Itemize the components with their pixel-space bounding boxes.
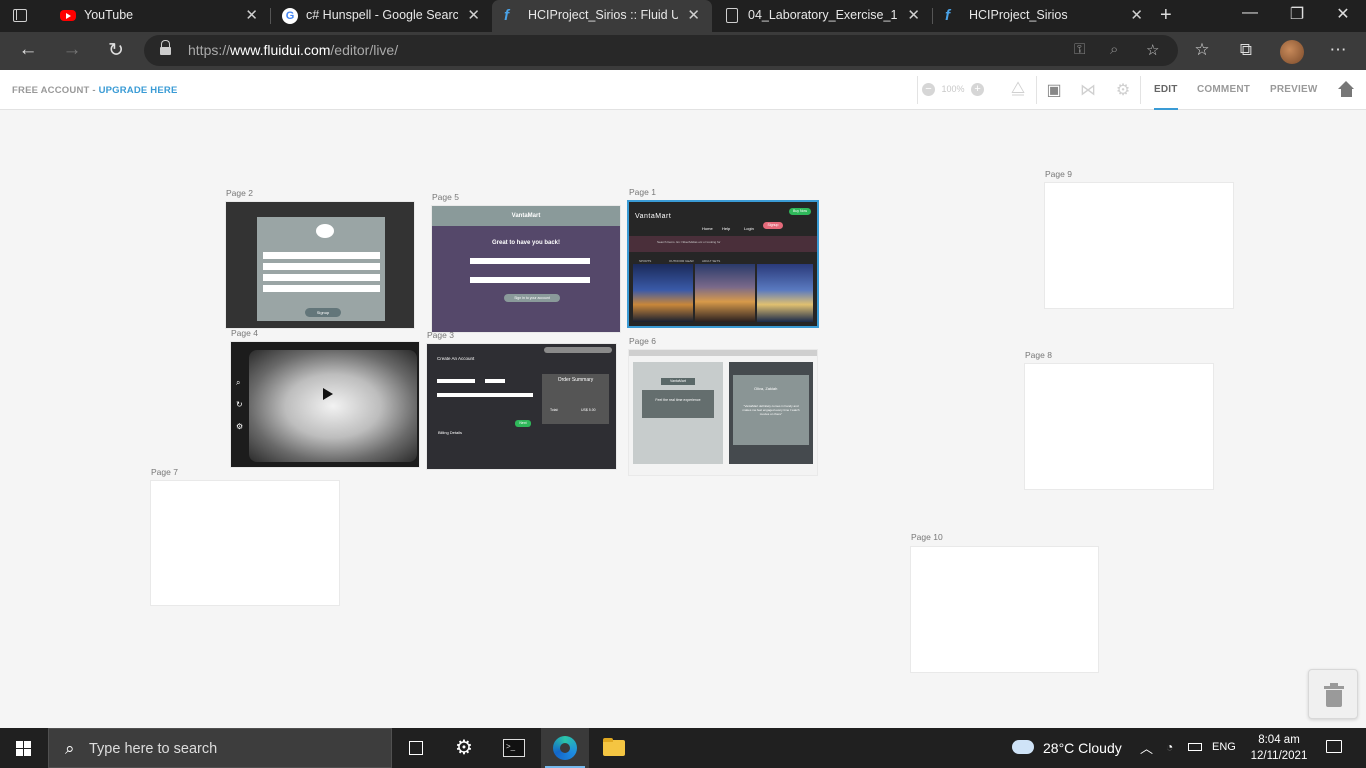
favorites-icon[interactable]: ☆	[1191, 40, 1213, 60]
lock-icon	[160, 40, 171, 56]
tab-actions-icon[interactable]	[10, 6, 30, 26]
favorite-add-icon[interactable]: ☆	[1146, 41, 1159, 59]
toolbar-divider	[1036, 76, 1037, 104]
weather-text[interactable]: 28°C Cloudy	[1043, 740, 1122, 756]
page-thumbnail-3[interactable]: Create An Account Order Summary Total: U…	[427, 344, 616, 469]
close-icon[interactable]: ✕	[1130, 6, 1143, 24]
google-icon: G	[282, 8, 298, 24]
file-explorer-icon[interactable]	[590, 728, 638, 768]
close-icon[interactable]: ✕	[467, 6, 480, 24]
edge-app-icon[interactable]	[541, 728, 589, 768]
browser-tab-strip: YouTube ✕ G c# Hunspell - Google Search …	[0, 0, 1366, 32]
minimize-icon[interactable]: —	[1240, 4, 1260, 22]
zoom-out-icon[interactable]: −	[922, 83, 935, 96]
page-label: Page 9	[1045, 169, 1072, 179]
page-label: Page 3	[427, 330, 454, 340]
wifi-icon[interactable]: ◔	[1166, 740, 1173, 754]
add-page-icon[interactable]: ▣	[1044, 80, 1064, 100]
profile-avatar[interactable]	[1280, 40, 1304, 64]
close-icon[interactable]: ✕	[907, 6, 920, 24]
zoom-level: 100%	[941, 83, 965, 94]
page-label: Page 5	[432, 192, 459, 202]
home-icon[interactable]	[1338, 81, 1355, 98]
page-thumbnail-4[interactable]: ⌕ ↻ ⚙	[231, 342, 419, 467]
windows-taskbar: ⌕ Type here to search ⚙ >_ 28°C Cloudy ︿…	[0, 728, 1366, 768]
language-indicator[interactable]: ENG	[1212, 741, 1236, 753]
tab-google-search[interactable]: G c# Hunspell - Google Search ✕	[270, 0, 492, 32]
tab-title: HCIProject_Sirios :: Fluid UI	[528, 8, 678, 22]
chevron-up-icon[interactable]: ︿	[1140, 738, 1153, 757]
back-icon[interactable]: ←	[16, 39, 40, 61]
settings-app-icon[interactable]: ⚙	[441, 728, 489, 768]
page-label: Page 6	[629, 336, 656, 346]
refresh-icon[interactable]: ↻	[104, 39, 128, 62]
fluidui-icon: f	[945, 7, 950, 24]
page-label: Page 4	[231, 328, 258, 338]
zoom-icon[interactable]: ⌕	[1110, 41, 1118, 58]
forward-icon[interactable]: →	[60, 39, 84, 61]
upgrade-link[interactable]: UPGRADE HERE	[99, 85, 178, 96]
comment-mode-tab[interactable]: COMMENT	[1197, 84, 1250, 95]
document-icon	[726, 8, 738, 23]
tab-lab-exercise[interactable]: 04_Laboratory_Exercise_1(4)( ✕	[712, 0, 932, 32]
page-thumbnail-10[interactable]	[911, 547, 1098, 672]
terminal-app-icon[interactable]: >_	[490, 728, 538, 768]
edit-mode-tab[interactable]: EDIT	[1154, 84, 1178, 110]
collections-icon[interactable]: ⧉	[1235, 40, 1257, 60]
close-icon[interactable]: ✕	[245, 6, 258, 24]
tab-title: YouTube	[84, 8, 134, 22]
page-thumbnail-7[interactable]	[151, 481, 339, 605]
tab-title: HCIProject_Sirios	[969, 8, 1068, 22]
youtube-icon	[60, 10, 76, 21]
close-icon[interactable]: ✕	[687, 6, 700, 24]
page-label: Page 1	[629, 187, 656, 197]
close-window-icon[interactable]: ✕	[1333, 4, 1353, 24]
search-icon: ⌕	[65, 739, 75, 758]
tab-title: 04_Laboratory_Exercise_1(4)(	[748, 8, 898, 22]
windows-start-icon[interactable]	[16, 741, 31, 756]
page-label: Page 8	[1025, 350, 1052, 360]
task-view-icon[interactable]	[392, 728, 440, 768]
page-label: Page 7	[151, 467, 178, 477]
battery-icon[interactable]	[1188, 743, 1202, 751]
zoom-in-icon[interactable]: +	[971, 83, 985, 96]
toolbar-divider	[917, 76, 918, 104]
sitemap-icon[interactable]: ⧋	[1008, 80, 1028, 98]
page-thumbnail-6[interactable]: VantaMart Feel the real time experience …	[629, 350, 817, 475]
fluidui-icon: f	[504, 7, 509, 24]
tab-fluidui-editor[interactable]: f HCIProject_Sirios :: Fluid UI ✕	[492, 0, 712, 32]
new-tab-icon[interactable]: +	[1160, 4, 1172, 27]
page-thumbnail-9[interactable]	[1045, 183, 1233, 308]
restore-icon[interactable]: ❐	[1287, 4, 1307, 24]
tab-youtube[interactable]: YouTube ✕	[48, 0, 270, 32]
tab-hciproject[interactable]: f HCIProject_Sirios ✕	[933, 0, 1155, 32]
page-thumbnail-2[interactable]: Signup	[226, 202, 414, 328]
page-thumbnail-1[interactable]: VantaMart Buy Now Home Help Login Signup…	[627, 200, 819, 328]
more-icon[interactable]: ⋯	[1327, 40, 1349, 60]
zoom-control: − 100% +	[922, 83, 985, 96]
page-label: Page 10	[911, 532, 943, 542]
link-icon[interactable]: ⋈	[1078, 80, 1098, 100]
page-label: Page 2	[226, 188, 253, 198]
url-text: https://www.fluidui.com/editor/live/	[188, 42, 399, 58]
toolbar-divider	[1140, 76, 1141, 104]
cloud-icon	[1012, 740, 1034, 754]
tab-title: c# Hunspell - Google Search	[306, 8, 458, 22]
url-field[interactable]: https://www.fluidui.com/editor/live/ ⚿ ⌕…	[144, 35, 1178, 66]
account-status: FREE ACCOUNT - UPGRADE HERE	[12, 85, 178, 96]
system-clock[interactable]: 8:04 am 12/11/2021	[1244, 732, 1314, 764]
key-icon[interactable]: ⚿	[1074, 41, 1085, 58]
trash-icon[interactable]	[1308, 669, 1358, 719]
settings-icon[interactable]: ⚙	[1113, 80, 1133, 100]
browser-address-bar: ← → ↻ https://www.fluidui.com/editor/liv…	[0, 32, 1366, 70]
page-thumbnail-8[interactable]	[1025, 364, 1213, 489]
page-thumbnail-5[interactable]: VantaMart Great to have you back! Sign i…	[432, 206, 620, 332]
notifications-icon[interactable]	[1326, 740, 1342, 753]
editor-toolbar: FREE ACCOUNT - UPGRADE HERE − 100% + ⧋ ▣…	[0, 70, 1366, 110]
taskbar-search-input[interactable]: ⌕ Type here to search	[48, 728, 392, 768]
preview-mode-tab[interactable]: PREVIEW	[1270, 84, 1318, 95]
